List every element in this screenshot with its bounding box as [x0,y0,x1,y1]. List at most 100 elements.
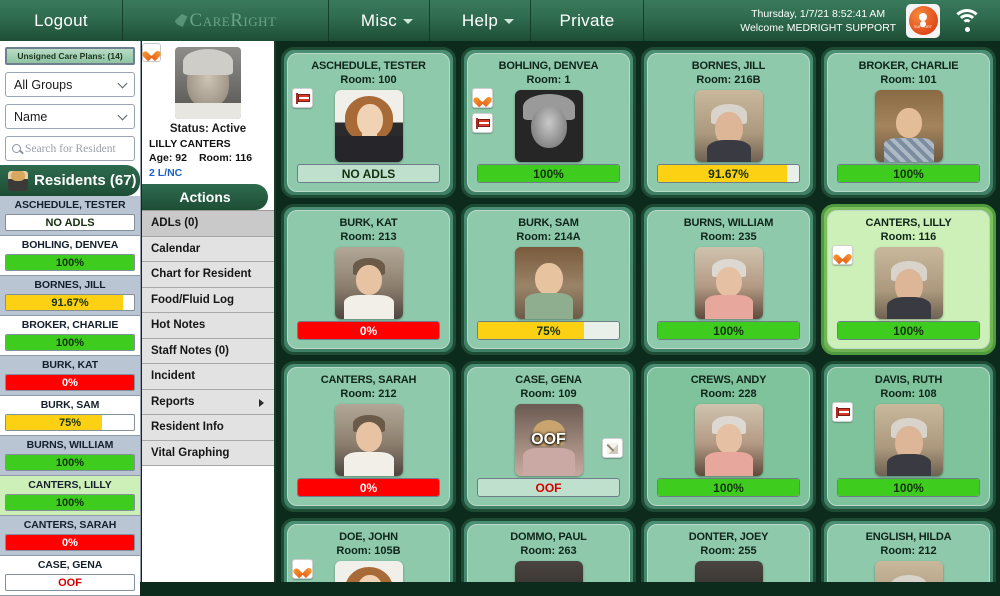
resident-card[interactable]: BURNS, WILLIAM Room: 235 100% [641,204,816,355]
resident-card[interactable]: CREWS, ANDY Room: 228 100% [641,361,816,512]
resident-card[interactable]: DOMMO, PAUL Room: 263 [461,518,636,582]
action-item-staff-notes-0[interactable]: Staff Notes (0) [142,338,274,364]
action-item-food-fluid-log[interactable]: Food/Fluid Log [142,287,274,313]
card-adl-progress-bar[interactable]: 100% [837,164,980,183]
adl-progress-label: 100% [55,336,85,349]
resident-list-item[interactable]: BURNS, WILLIAM 100% [0,436,140,476]
action-item-calendar[interactable]: Calendar [142,236,274,262]
resident-card-photo[interactable] [334,404,403,476]
card-adl-progress-bar[interactable]: 100% [657,478,800,497]
card-adl-progress-bar[interactable]: 100% [477,164,620,183]
adl-progress-label: 75% [58,416,82,429]
resident-card[interactable]: DAVIS, RUTH Room: 108 100% [821,361,996,512]
residents-tab[interactable]: Residents (67) [0,165,140,196]
resident-card[interactable]: ASCHEDULE, TESTER Room: 100 NO ADLS [281,47,456,198]
resident-card-photo[interactable] [874,404,943,476]
card-adl-progress-bar[interactable]: 75% [477,321,620,340]
heart-icon[interactable] [472,88,493,108]
resident-list[interactable]: ASCHEDULE, TESTER NO ADLS BOHLING, DENVEA 1… [0,196,140,596]
resident-card-photo[interactable] [334,247,403,319]
resident-card-photo[interactable] [694,90,763,162]
resident-card-photo[interactable] [694,247,763,319]
resident-list-item[interactable]: ASCHEDULE, TESTER NO ADLS [0,196,140,236]
resident-list-item[interactable]: CASE, GENA OOF [0,556,140,596]
resident-card-photo[interactable] [334,90,403,162]
menu-help[interactable]: Help [430,0,530,41]
resident-card[interactable]: BORNES, JILL Room: 216B 91.67% [641,47,816,198]
resident-card-photo[interactable] [514,90,583,162]
resident-card-photo[interactable] [874,561,943,582]
search-field-wrapper[interactable] [5,136,135,161]
bed-icon[interactable] [292,88,313,108]
card-adl-progress-bar[interactable]: 100% [837,321,980,340]
action-item-hot-notes[interactable]: Hot Notes [142,313,274,339]
resident-list-item-name: CANTERS, SARAH [23,519,117,531]
resident-card[interactable]: DOE, JOHN Room: 105B [281,518,456,582]
heart-icon[interactable] [292,559,313,579]
action-item-reports[interactable]: Reports [142,389,274,415]
support-button[interactable]: SUPPORT [906,3,940,38]
card-adl-progress-bar[interactable]: 0% [297,478,440,497]
resident-card-photo[interactable] [694,561,763,582]
resident-card-photo[interactable] [334,561,403,582]
actions-menu[interactable]: ADLs (0) Calendar Chart for Resident Food/F… [142,210,274,466]
resident-list-item[interactable]: CANTERS, SARAH 0% [0,516,140,556]
resident-list-item[interactable]: BOHLING, DENVEA 100% [0,236,140,276]
resident-list-item[interactable]: BORNES, JILL 91.67% [0,276,140,316]
search-input[interactable] [25,142,128,155]
resident-photo[interactable] [175,47,241,119]
resident-card[interactable]: ENGLISH, HILDA Room: 212 [821,518,996,582]
card-adl-progress-bar[interactable]: 0% [297,321,440,340]
card-adl-progress-bar[interactable]: 91.67% [657,164,800,183]
action-item-resident-info[interactable]: Resident Info [142,415,274,441]
card-adl-progress-bar[interactable]: 100% [837,478,980,497]
divider [643,0,644,41]
resident-card-photo[interactable] [874,247,943,319]
resident-lnc-link[interactable]: 2 L/NC [149,167,267,179]
action-item-adls-0[interactable]: ADLs (0) [142,211,274,237]
resident-card-photo[interactable] [694,404,763,476]
resident-card-grid[interactable]: ASCHEDULE, TESTER Room: 100 NO ADLS BOHLING… [277,41,1000,582]
action-item-incident[interactable]: Incident [142,364,274,390]
resident-card[interactable]: BURK, SAM Room: 214A 75% [461,204,636,355]
resident-card[interactable]: CASE, GENA Room: 109 OOF OOF [461,361,636,512]
resident-list-item-name: BROKER, CHARLIE [21,319,119,331]
resident-card[interactable]: BROKER, CHARLIE Room: 101 100% [821,47,996,198]
resident-card-photo[interactable] [514,247,583,319]
resident-card-name: DONTER, JOEY [688,531,769,543]
adl-progress-bar: 100% [5,494,135,511]
menu-private[interactable]: Private [531,0,643,41]
bed-icon[interactable] [832,402,853,422]
resident-card[interactable]: BOHLING, DENVEA Room: 1 100% [461,47,636,198]
sort-filter-select[interactable]: Name [5,104,135,129]
logout-button[interactable]: Logout [0,0,122,41]
menu-misc[interactable]: Misc [329,0,429,41]
resident-card-photo[interactable]: OOF [514,404,583,476]
resident-list-item-name: BURK, SAM [40,399,100,411]
resident-card-body: BOHLING, DENVEA Room: 1 100% [467,53,630,192]
resident-card-photo[interactable] [514,561,583,582]
resident-card[interactable]: DONTER, JOEY Room: 255 [641,518,816,582]
resident-list-item[interactable]: CANTERS, LILLY 100% [0,476,140,516]
adl-progress-bar: NO ADLS [5,214,135,231]
resident-list-item[interactable]: BROKER, CHARLIE 100% [0,316,140,356]
resident-card-photo[interactable] [874,90,943,162]
heart-icon[interactable] [832,245,853,265]
note-pencil-icon[interactable] [602,438,623,458]
action-item-chart-for-resident[interactable]: Chart for Resident [142,262,274,288]
residents-sidebar: Unsigned Care Plans: (14) All Groups Nam… [0,41,141,596]
resident-list-item[interactable]: BURK, SAM 75% [0,396,140,436]
action-item-vital-graphing[interactable]: Vital Graphing [142,440,274,466]
card-adl-progress-bar[interactable]: NO ADLS [297,164,440,183]
wifi-icon[interactable] [950,8,984,34]
resident-list-item[interactable]: BURK, KAT 0% [0,356,140,396]
resident-card[interactable]: CANTERS, SARAH Room: 212 0% [281,361,456,512]
resident-card-room: Room: 216B [696,74,761,86]
resident-card[interactable]: CANTERS, LILLY Room: 116 100% [821,204,996,355]
unsigned-care-plans-button[interactable]: Unsigned Care Plans: (14) [5,47,135,65]
group-filter-select[interactable]: All Groups [5,72,135,97]
card-adl-progress-bar[interactable]: 100% [657,321,800,340]
resident-card[interactable]: BURK, KAT Room: 213 0% [281,204,456,355]
card-adl-progress-bar[interactable]: OOF [477,478,620,497]
bed-icon[interactable] [472,113,493,133]
